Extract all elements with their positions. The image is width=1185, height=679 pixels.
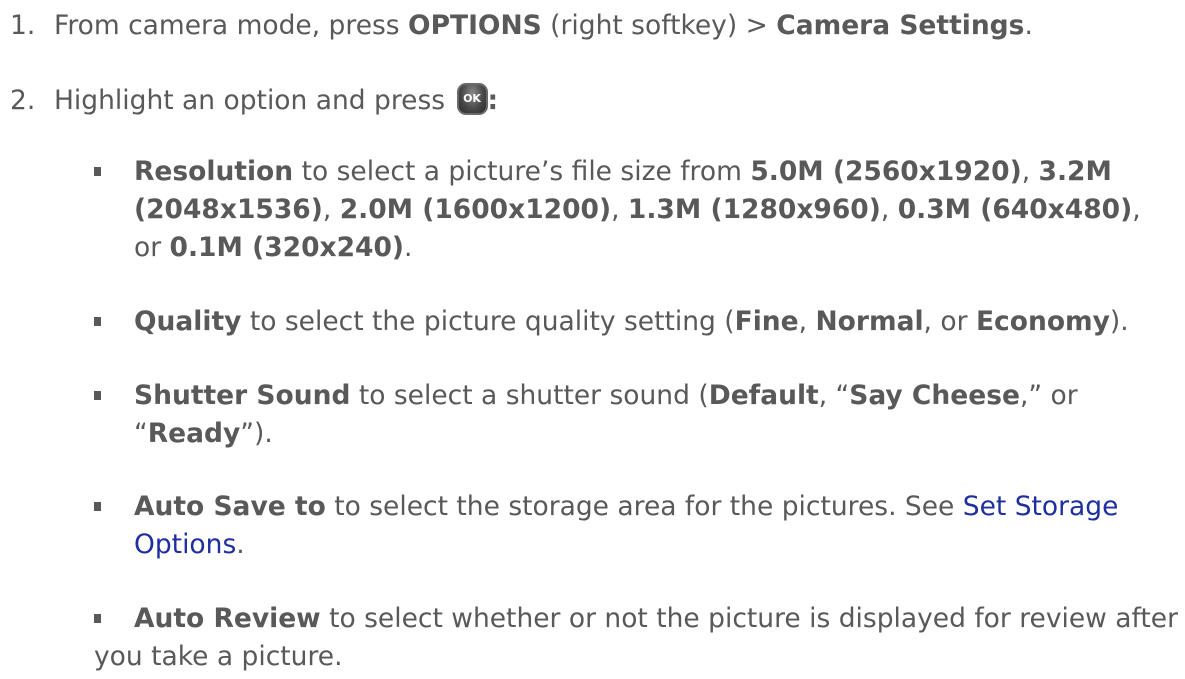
option-text: to select a shutter sound ( bbox=[350, 380, 709, 411]
option-text: ,” or bbox=[1019, 380, 1078, 411]
option-term: Quality bbox=[134, 306, 242, 337]
option-value: 5.0M (2560x1920) bbox=[750, 156, 1022, 187]
option-value: 3.2M bbox=[1038, 156, 1112, 187]
option-text: , bbox=[322, 194, 340, 225]
option-term: Shutter Sound bbox=[134, 380, 351, 411]
option-text: , bbox=[1021, 156, 1039, 187]
option-value: 0.3M (640x480) bbox=[897, 194, 1133, 225]
option-value: Fine bbox=[734, 306, 799, 337]
option-text: to select the storage area for the pictu… bbox=[325, 491, 963, 522]
option-value: Default bbox=[708, 380, 819, 411]
list-item-resolution: Resolution to select a picture’s file si… bbox=[94, 153, 1179, 267]
step-number: 2. bbox=[10, 85, 36, 116]
step-text: (right softkey) > bbox=[541, 10, 777, 41]
bullet-icon bbox=[94, 317, 101, 326]
option-text: . bbox=[236, 529, 245, 560]
option-text: ). bbox=[1109, 306, 1129, 337]
auto-review-continuation: you take a picture. bbox=[94, 641, 343, 672]
list-item-shutter-sound: Shutter Sound to select a shutter sound … bbox=[94, 377, 1179, 453]
bullet-icon bbox=[94, 391, 101, 400]
ok-key-icon: OK bbox=[456, 82, 488, 115]
camera-settings-label: Camera Settings bbox=[776, 10, 1025, 41]
option-term: Auto Review bbox=[134, 603, 321, 634]
step-text: Highlight an option and press bbox=[54, 85, 454, 116]
step-text: . bbox=[1024, 10, 1033, 41]
option-term: Resolution bbox=[134, 156, 294, 187]
option-text: , bbox=[880, 194, 898, 225]
step-2: 2. Highlight an option and press OK: bbox=[10, 82, 498, 120]
step-text: From camera mode, press bbox=[54, 10, 409, 41]
option-text: . bbox=[404, 232, 413, 263]
step-number: 1. bbox=[10, 10, 36, 41]
set-storage-options-link[interactable]: Set Storage bbox=[963, 491, 1119, 522]
bullet-icon bbox=[94, 502, 101, 511]
option-text: , bbox=[611, 194, 628, 225]
option-value: Normal bbox=[815, 306, 924, 337]
instruction-page: 1. From camera mode, press OPTIONS (right… bbox=[0, 0, 1185, 679]
option-text: “ bbox=[134, 418, 148, 449]
step-text: : bbox=[487, 85, 499, 116]
set-storage-options-link[interactable]: Options bbox=[134, 529, 236, 560]
option-text: to select the picture quality setting ( bbox=[241, 306, 735, 337]
list-item-auto-review: Auto Review to select whether or not the… bbox=[94, 600, 1179, 638]
step-1: 1. From camera mode, press OPTIONS (right… bbox=[10, 7, 1033, 45]
options-key-label: OPTIONS bbox=[408, 10, 542, 41]
option-text: , bbox=[1132, 194, 1141, 225]
option-text: ”). bbox=[240, 418, 273, 449]
option-value: 0.1M (320x240) bbox=[169, 232, 405, 263]
option-value: Say Cheese bbox=[849, 380, 1020, 411]
option-text: , “ bbox=[818, 380, 850, 411]
option-term: Auto Save to bbox=[134, 491, 326, 522]
option-text: or bbox=[134, 232, 170, 263]
option-value: (2048x1536) bbox=[134, 194, 323, 225]
option-text: , bbox=[798, 306, 816, 337]
option-value: Economy bbox=[975, 306, 1110, 337]
list-item-quality: Quality to select the picture quality se… bbox=[94, 303, 1179, 341]
option-text: to select a picture’s file size from bbox=[293, 156, 751, 187]
option-value: 2.0M (1600x1200) bbox=[339, 194, 612, 225]
option-text: , or bbox=[923, 306, 976, 337]
option-text: to select whether or not the picture is … bbox=[320, 603, 1178, 634]
option-value: Ready bbox=[147, 418, 241, 449]
bullet-icon bbox=[94, 614, 101, 623]
list-item-auto-save: Auto Save to to select the storage area … bbox=[94, 488, 1179, 564]
bullet-icon bbox=[94, 167, 101, 176]
option-value: 1.3M (1280x960) bbox=[627, 194, 881, 225]
